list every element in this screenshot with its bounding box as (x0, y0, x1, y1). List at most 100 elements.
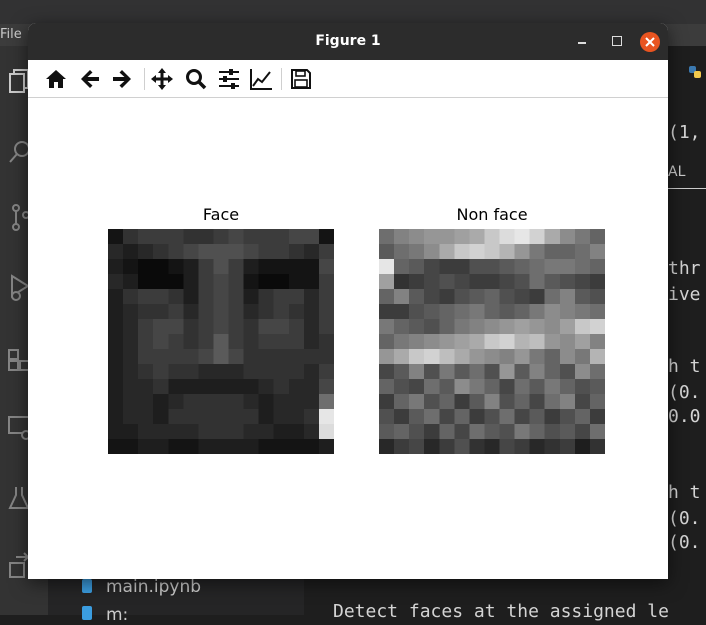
nonface-pixel (514, 229, 530, 245)
explorer-file-item[interactable]: main.ipynb (82, 577, 201, 597)
pan-button[interactable] (150, 67, 174, 91)
face-pixel (303, 334, 320, 350)
face-pixel (228, 364, 244, 380)
face-pixel (318, 259, 334, 275)
nonface-pixel (484, 349, 500, 365)
face-pixel (183, 424, 199, 440)
save-button[interactable] (289, 67, 313, 91)
nonface-pixel (499, 364, 515, 380)
nonface-pixel (559, 304, 576, 320)
nonface-pixel (394, 394, 410, 410)
nonface-pixel (394, 289, 410, 305)
face-pixel (153, 274, 169, 290)
face-pixel (213, 274, 229, 290)
edit-axes-button[interactable] (249, 67, 273, 91)
face-pixel (123, 244, 139, 260)
edit-axes-icon (250, 69, 272, 90)
face-pixel (123, 229, 139, 245)
nonface-pixel (484, 289, 500, 305)
face-pixel (108, 394, 124, 410)
nonface-pixel (589, 424, 605, 440)
nonface-pixel (529, 259, 546, 275)
face-pixel (228, 439, 244, 454)
face-pixel (273, 379, 290, 395)
nonface-pixel (454, 304, 470, 320)
face-pixel (168, 424, 184, 440)
face-pixel (318, 289, 334, 305)
face-pixel (168, 319, 184, 335)
nonface-pixel (379, 424, 395, 440)
back-button[interactable] (78, 67, 102, 91)
figure-canvas[interactable]: Face Non face (28, 98, 668, 579)
window-titlebar[interactable]: Figure 1 (28, 23, 668, 60)
face-pixel (123, 259, 139, 275)
code-line: ive (668, 284, 701, 305)
nonface-pixel (394, 424, 410, 440)
face-pixel (303, 394, 320, 410)
nonface-pixel (514, 244, 530, 260)
nonface-pixel (484, 409, 500, 425)
face-pixel (168, 229, 184, 245)
menu-file[interactable]: File (0, 27, 22, 42)
face-pixel (138, 409, 154, 425)
nonface-pixel (559, 424, 576, 440)
code-line: 0.0 (668, 406, 701, 427)
code-line: thr (668, 258, 701, 279)
nonface-pixel (589, 259, 605, 275)
nonface-pixel (409, 229, 425, 245)
face-pixel (153, 334, 169, 350)
face-pixel (303, 439, 320, 454)
nonface-pixel (394, 244, 410, 260)
face-pixel (303, 274, 320, 290)
face-pixel (138, 304, 154, 320)
face-pixel (168, 349, 184, 365)
configure-subplots-button[interactable] (217, 67, 241, 91)
nonface-pixel (544, 334, 561, 350)
face-pixel (138, 289, 154, 305)
nonface-pixel (574, 424, 591, 440)
nonface-pixel (544, 319, 561, 335)
panel-tab-label[interactable]: AL (668, 164, 685, 180)
face-pixel (288, 364, 305, 380)
nonface-pixel (454, 379, 470, 395)
nonface-pixel (589, 394, 605, 410)
nonface-pixel (574, 364, 591, 380)
nonface-pixel (559, 394, 576, 410)
home-button[interactable] (44, 67, 68, 91)
nonface-pixel (589, 229, 605, 245)
nonface-pixel (544, 244, 561, 260)
nonface-pixel (499, 259, 515, 275)
maximize-button[interactable] (612, 36, 622, 46)
explorer-file-item[interactable]: m: (82, 605, 128, 625)
nonface-pixel (454, 364, 470, 380)
forward-button[interactable] (110, 67, 134, 91)
code-line: (1, (668, 122, 701, 143)
nonface-pixel (574, 409, 591, 425)
nonface-pixel (589, 349, 605, 365)
nonface-pixel (514, 319, 530, 335)
nonface-pixel (409, 319, 425, 335)
figure-window: Figure 1 Face Non face (28, 23, 668, 579)
nonface-pixel (409, 274, 425, 290)
zoom-button[interactable] (184, 67, 208, 91)
face-pixel (198, 394, 214, 410)
face-pixel (258, 379, 275, 395)
face-pixel (288, 289, 305, 305)
nonface-pixel (469, 394, 485, 410)
close-icon (645, 37, 655, 47)
face-pixel (213, 319, 229, 335)
face-pixel (153, 364, 169, 380)
face-pixel (258, 364, 275, 380)
nonface-pixel (439, 304, 455, 320)
close-button[interactable] (640, 32, 660, 52)
face-pixel (213, 349, 229, 365)
face-pixel (318, 274, 334, 290)
face-pixel (138, 274, 154, 290)
face-pixel (213, 424, 229, 440)
home-icon (46, 70, 66, 88)
nonface-pixel (559, 319, 576, 335)
minimize-button[interactable] (578, 42, 586, 44)
nonface-pixel (589, 274, 605, 290)
nonface-pixel (454, 349, 470, 365)
nonface-pixel (379, 289, 395, 305)
